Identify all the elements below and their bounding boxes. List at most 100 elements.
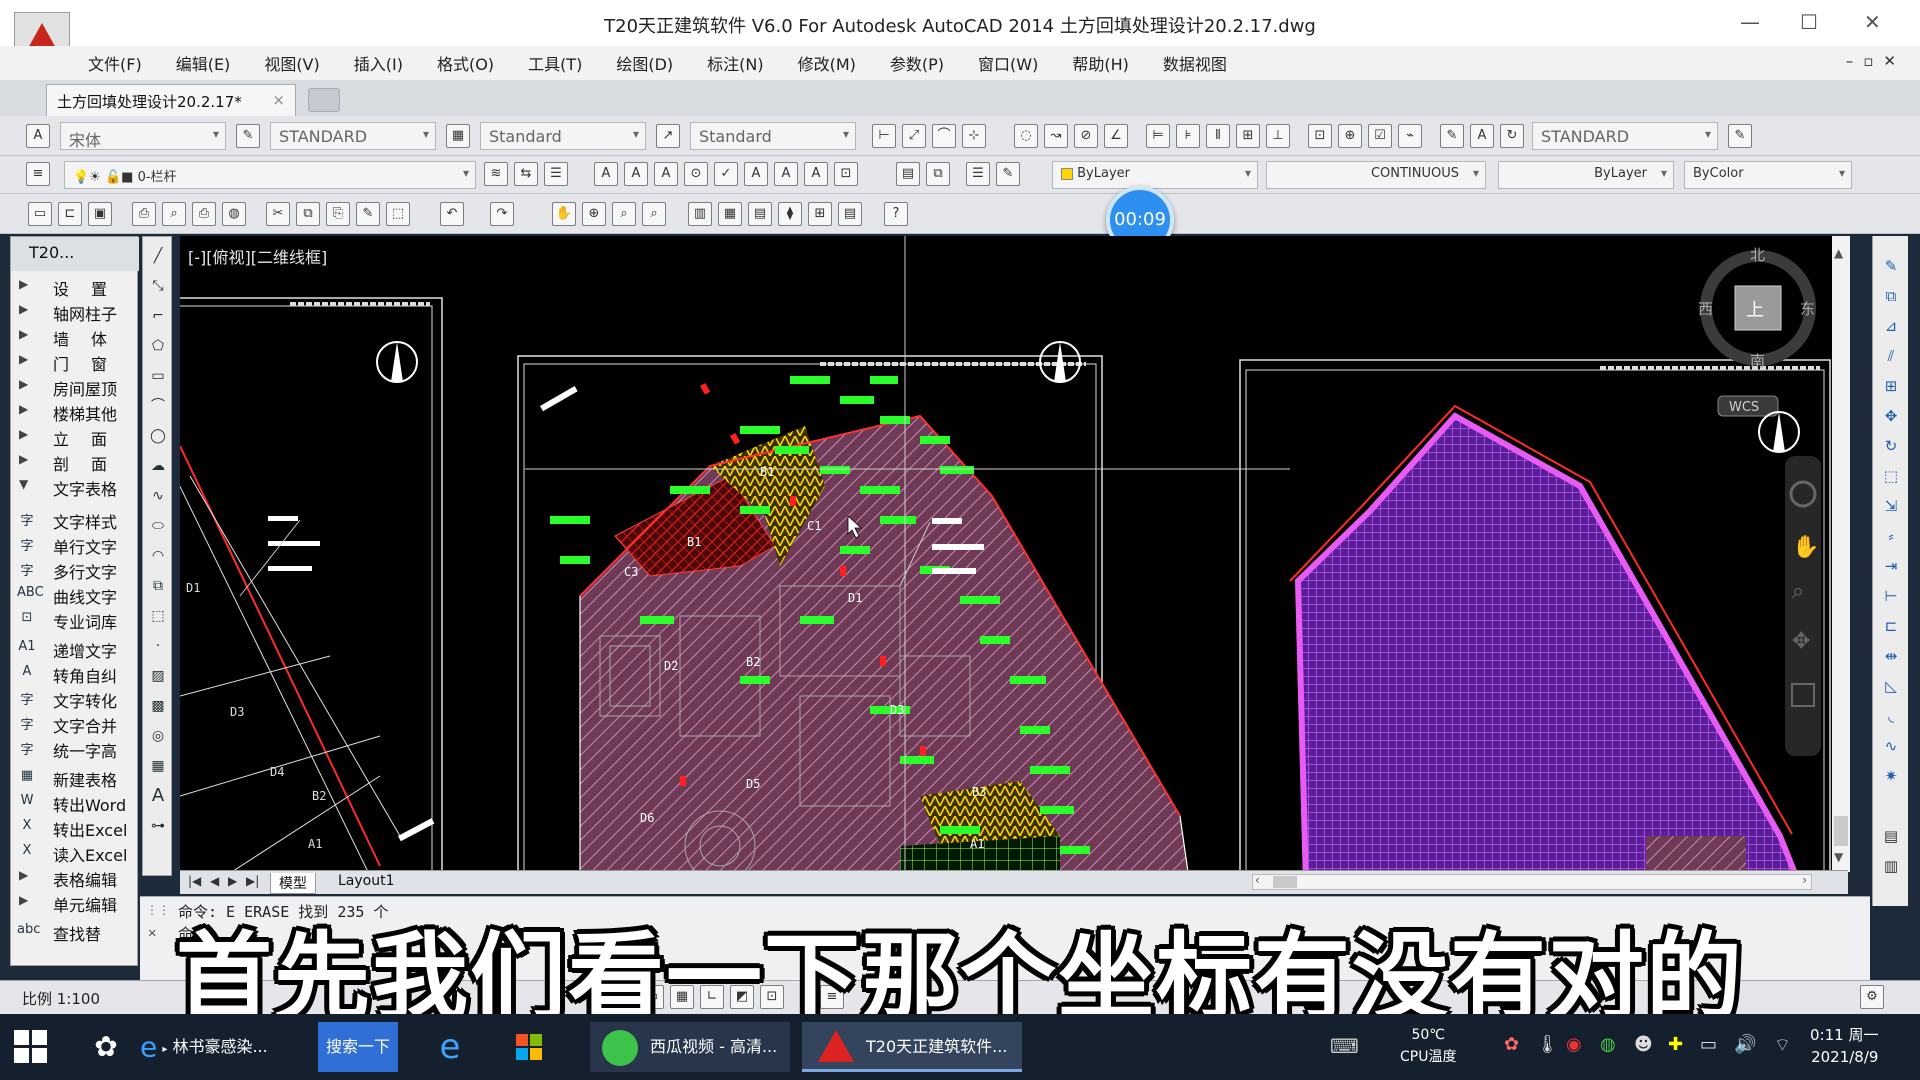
- sheet-set-icon[interactable]: ⧫: [778, 202, 802, 226]
- side-menu-item[interactable]: 字 文字转化: [11, 687, 139, 712]
- scroll-up-icon[interactable]: ▲: [1834, 246, 1843, 260]
- side-menu-item[interactable]: ▶ 设置: [11, 275, 139, 300]
- design-center-icon[interactable]: ▦: [718, 202, 742, 226]
- battery-icon[interactable]: ▭: [1700, 1034, 1717, 1055]
- multiline-text-icon[interactable]: A: [624, 162, 648, 186]
- side-menu-item[interactable]: ▶ 房间屋顶: [11, 375, 139, 400]
- continue-dim-icon[interactable]: ⫴: [1206, 124, 1230, 148]
- tray-app-icon[interactable]: ✿: [1504, 1034, 1519, 1055]
- menu-insert[interactable]: 插入(I): [354, 51, 403, 75]
- new-file-icon[interactable]: ▭: [28, 202, 52, 226]
- circle-icon[interactable]: ◯: [147, 425, 169, 447]
- compass-east[interactable]: 东: [1800, 300, 1815, 318]
- tool-palettes-icon[interactable]: ▤: [748, 202, 772, 226]
- cpu-temperature[interactable]: 50℃ CPU温度: [1400, 1024, 1456, 1068]
- next-layout-icon[interactable]: ▶: [228, 874, 237, 888]
- make-block-icon[interactable]: ⬚: [147, 605, 169, 627]
- undo-icon[interactable]: ↶: [440, 202, 464, 226]
- table-style-select[interactable]: Standard: [480, 122, 646, 150]
- new-tab-button[interactable]: [308, 88, 340, 112]
- side-menu-item[interactable]: X 转出Excel: [11, 816, 139, 841]
- arc-length-icon[interactable]: ⌒: [932, 124, 956, 148]
- minimize-icon[interactable]: —: [1740, 10, 1760, 34]
- plus-icon[interactable]: ✚: [1668, 1034, 1683, 1055]
- save-icon[interactable]: ▣: [88, 202, 112, 226]
- thermometer-icon[interactable]: 🌡: [1536, 1034, 1559, 1055]
- menu-modify[interactable]: 修改(M): [798, 51, 856, 75]
- zoom-window-icon[interactable]: ⌕: [612, 202, 636, 226]
- layers-panel-icon[interactable]: ▤: [1879, 824, 1903, 848]
- side-menu-item[interactable]: 字 单行文字: [11, 533, 139, 558]
- angular-dim-icon[interactable]: ∠: [1104, 124, 1128, 148]
- wcs-label[interactable]: WCS: [1729, 400, 1759, 415]
- explode-icon[interactable]: ✷: [1879, 764, 1903, 788]
- ellipse-arc-icon[interactable]: ◠: [147, 545, 169, 567]
- chrome-icon[interactable]: ◉: [1566, 1034, 1582, 1055]
- menu-help[interactable]: 帮助(H): [1072, 51, 1129, 75]
- side-menu-item[interactable]: W 转出Word: [11, 791, 139, 816]
- add-selected-icon[interactable]: ⊶: [147, 815, 169, 837]
- blend-icon[interactable]: ∿: [1879, 734, 1903, 758]
- close-tab-icon[interactable]: ×: [272, 91, 285, 109]
- keyboard-icon[interactable]: ⌨: [1330, 1034, 1359, 1058]
- polygon-icon[interactable]: ⬠: [147, 335, 169, 357]
- table-icon[interactable]: ▤: [896, 162, 920, 186]
- user-icon[interactable]: ☻: [1634, 1034, 1653, 1055]
- menu-parameters[interactable]: 参数(P): [890, 51, 944, 75]
- break-icon[interactable]: ⊏: [1879, 614, 1903, 638]
- first-layout-icon[interactable]: |◀: [188, 874, 201, 888]
- quick-dim-icon[interactable]: ⊨: [1146, 124, 1170, 148]
- jogged-dim-icon[interactable]: ↝: [1044, 124, 1068, 148]
- arc-icon[interactable]: ⌒: [147, 395, 169, 417]
- tab-layout1[interactable]: Layout1: [330, 873, 403, 889]
- text-style-manager-icon[interactable]: ✎: [236, 124, 260, 148]
- side-menu-item[interactable]: 字 统一字高: [11, 737, 139, 762]
- side-menu-item[interactable]: ▶ 门窗: [11, 350, 139, 375]
- document-window-controls[interactable]: –▫✕: [1846, 52, 1906, 70]
- properties-icon[interactable]: ✎: [996, 162, 1020, 186]
- inspection-icon[interactable]: ☑: [1368, 124, 1392, 148]
- dim-update-icon[interactable]: ↻: [1500, 124, 1524, 148]
- join-icon[interactable]: ⇹: [1879, 644, 1903, 668]
- side-menu-item[interactable]: 字 多行文字: [11, 558, 139, 583]
- fillet-icon[interactable]: ◟: [1879, 704, 1903, 728]
- side-menu-item[interactable]: ▶ 立面: [11, 425, 139, 450]
- ordinate-dim-icon[interactable]: ⊹: [962, 124, 986, 148]
- scale-icon[interactable]: ⬚: [1879, 464, 1903, 488]
- taskbar-clock[interactable]: 0:11 周一 2021/8/9: [1810, 1024, 1878, 1068]
- scroll-left-icon[interactable]: ‹: [1255, 873, 1260, 887]
- extend-icon[interactable]: ⇥: [1879, 554, 1903, 578]
- multileader-style-select[interactable]: Standard: [690, 122, 856, 150]
- erase-icon[interactable]: ✎: [1879, 254, 1903, 278]
- spell-check-icon[interactable]: ✓: [714, 162, 738, 186]
- menu-format[interactable]: 格式(O): [437, 51, 494, 75]
- text-edit-icon[interactable]: A: [654, 162, 678, 186]
- dim-text-edit-icon[interactable]: A: [1470, 124, 1494, 148]
- menu-tools[interactable]: 工具(T): [528, 51, 582, 75]
- insert-block-icon[interactable]: ⧉: [147, 575, 169, 597]
- find-text-icon[interactable]: ⊙: [684, 162, 708, 186]
- linear-dim-icon[interactable]: ⊢: [872, 124, 896, 148]
- wechat-icon[interactable]: ◍: [1600, 1034, 1616, 1055]
- navigation-bar[interactable]: ✋ ⌕ ✥: [1785, 456, 1821, 756]
- polyline-icon[interactable]: ⌐: [147, 305, 169, 327]
- side-menu-item[interactable]: ▶ 表格编辑: [11, 866, 139, 891]
- break-point-icon[interactable]: ⊢: [1879, 584, 1903, 608]
- task-view-icon[interactable]: ✿: [86, 1022, 126, 1072]
- help-icon[interactable]: ?: [884, 202, 908, 226]
- revision-cloud-icon[interactable]: ☁: [147, 455, 169, 477]
- side-menu-item[interactable]: 字 文字样式: [11, 508, 139, 533]
- side-menu-item[interactable]: X 读入Excel: [11, 841, 139, 866]
- point-icon[interactable]: ·: [147, 635, 169, 657]
- zoom-realtime-icon[interactable]: ⊕: [582, 202, 606, 226]
- menu-window[interactable]: 窗口(W): [978, 51, 1038, 75]
- rotate-icon[interactable]: ↻: [1879, 434, 1903, 458]
- open-file-icon[interactable]: ⊏: [58, 202, 82, 226]
- dim-style-manager-icon[interactable]: ✎: [1728, 124, 1752, 148]
- dim-space-icon[interactable]: ⊞: [1236, 124, 1260, 148]
- menu-draw[interactable]: 绘图(D): [616, 51, 673, 75]
- construction-line-icon[interactable]: ⤡: [147, 275, 169, 297]
- layer-properties-icon[interactable]: ≡: [26, 162, 50, 186]
- font-select[interactable]: 宋体: [60, 122, 226, 150]
- diameter-dim-icon[interactable]: ⊘: [1074, 124, 1098, 148]
